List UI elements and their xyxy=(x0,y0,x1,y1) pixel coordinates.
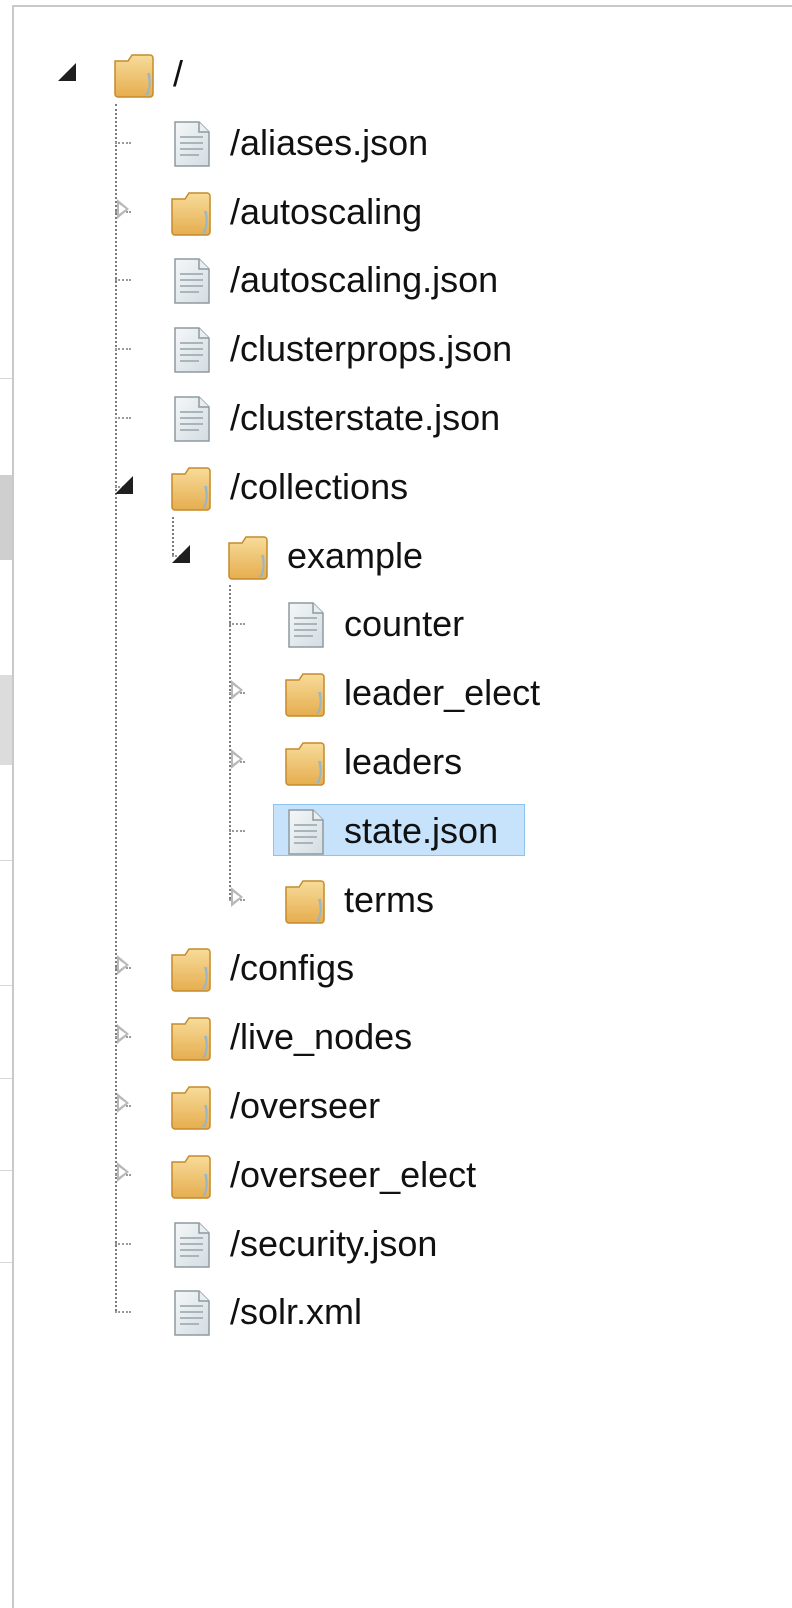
background-divider xyxy=(0,1078,12,1079)
tree-connector xyxy=(115,348,131,351)
tree-node-label: terms xyxy=(344,878,434,920)
file-icon xyxy=(169,326,213,374)
tree-node-label: leader_elect xyxy=(344,672,541,714)
background-divider xyxy=(0,378,12,379)
tree-node-label: /collections xyxy=(230,465,409,507)
expanded-toggle-icon[interactable] xyxy=(115,472,133,496)
tree-node-overseer-elect[interactable]: /overseer_elect xyxy=(14,1140,774,1210)
folder-icon xyxy=(283,739,327,787)
tree-node-leaders[interactable]: leaders xyxy=(14,727,774,797)
tree-node-label: /security.json xyxy=(230,1222,438,1264)
tree-node-label: /autoscaling xyxy=(230,190,423,232)
tree-connector xyxy=(229,623,245,626)
tree-node-collections[interactable]: /collections xyxy=(14,452,774,522)
folder-icon xyxy=(169,1083,213,1131)
tree-node-live-nodes[interactable]: /live_nodes xyxy=(14,1002,774,1072)
tree-node-terms[interactable]: terms xyxy=(14,865,774,935)
tree-node-clusterstate-json[interactable]: /clusterstate.json xyxy=(14,383,774,453)
folder-icon xyxy=(283,877,327,925)
file-icon xyxy=(169,120,213,168)
tree-node-label: state.json xyxy=(344,809,499,851)
file-tree: / /aliases.json/autoscaling/autoscaling.j… xyxy=(14,7,792,1608)
folder-icon xyxy=(169,1014,213,1062)
tree-node-security-json[interactable]: /security.json xyxy=(14,1209,774,1279)
file-icon xyxy=(169,257,213,305)
background-divider xyxy=(0,1170,12,1171)
tree-node-solr-xml[interactable]: /solr.xml xyxy=(14,1277,774,1347)
file-icon xyxy=(283,808,327,856)
tree-connector xyxy=(115,279,131,282)
tree-node-label: /clusterprops.json xyxy=(230,328,513,370)
tree-connector xyxy=(115,141,131,144)
tree-node-counter[interactable]: counter xyxy=(14,589,774,659)
tree-node-label: / xyxy=(173,53,184,94)
tree-node-overseer[interactable]: /overseer xyxy=(14,1071,774,1141)
folder-icon xyxy=(112,51,156,99)
folder-icon xyxy=(226,533,270,581)
tree-node-configs[interactable]: /configs xyxy=(14,933,774,1003)
expanded-toggle-icon[interactable] xyxy=(172,541,190,565)
collapsed-toggle-icon[interactable] xyxy=(115,1091,133,1115)
tree-connector xyxy=(115,1242,131,1245)
file-icon xyxy=(169,395,213,443)
collapsed-toggle-icon[interactable] xyxy=(115,1160,133,1184)
background-highlight xyxy=(0,475,12,560)
tree-node-aliases-json[interactable]: /aliases.json xyxy=(14,108,774,178)
tree-node-label: example xyxy=(287,534,424,576)
expanded-toggle-icon[interactable] xyxy=(58,59,76,83)
tree-node-label: /autoscaling.json xyxy=(230,259,499,301)
tree-node-label: /overseer xyxy=(230,1085,381,1126)
tree-node-label: /aliases.json xyxy=(230,121,429,163)
folder-icon xyxy=(169,189,213,237)
tree-connector xyxy=(115,1311,131,1314)
tree-connector xyxy=(229,829,245,832)
file-icon xyxy=(169,1221,213,1269)
collapsed-toggle-icon[interactable] xyxy=(229,678,247,702)
tree-node-example[interactable]: example xyxy=(14,521,774,591)
tree-node-clusterprops-json[interactable]: /clusterprops.json xyxy=(14,314,774,384)
folder-icon xyxy=(169,1152,213,1200)
tree-node-label: /solr.xml xyxy=(230,1291,363,1333)
tree-connector xyxy=(115,417,131,419)
file-icon xyxy=(283,601,327,649)
folder-icon xyxy=(169,945,213,993)
collapsed-toggle-icon[interactable] xyxy=(115,197,133,221)
tree-node-label: /clusterstate.json xyxy=(230,397,501,438)
tree-panel: / /aliases.json/autoscaling/autoscaling.j… xyxy=(12,5,792,1608)
background-divider xyxy=(0,1262,12,1263)
folder-icon xyxy=(169,464,213,512)
folder-icon xyxy=(283,670,327,718)
tree-node-label: /configs xyxy=(230,947,355,989)
tree-node-autoscaling[interactable]: /autoscaling xyxy=(14,177,774,247)
tree-node-leader-elect[interactable]: leader_elect xyxy=(14,658,774,728)
file-icon xyxy=(169,1289,213,1337)
collapsed-toggle-icon[interactable] xyxy=(115,1022,133,1046)
background-divider xyxy=(0,985,12,986)
tree-node-label: /live_nodes xyxy=(230,1016,413,1058)
tree-node-label: leaders xyxy=(344,741,463,782)
tree-node-root[interactable]: / xyxy=(14,39,774,109)
tree-node-label: /overseer_elect xyxy=(230,1153,477,1195)
background-divider xyxy=(0,860,12,861)
collapsed-toggle-icon[interactable] xyxy=(115,953,133,977)
collapsed-toggle-icon[interactable] xyxy=(229,747,247,771)
tree-node-autoscaling-json[interactable]: /autoscaling.json xyxy=(14,245,774,315)
tree-node-label: counter xyxy=(344,603,465,645)
collapsed-toggle-icon[interactable] xyxy=(229,885,247,909)
tree-node-state-json[interactable]: state.json xyxy=(14,796,774,866)
background-highlight xyxy=(0,675,12,765)
